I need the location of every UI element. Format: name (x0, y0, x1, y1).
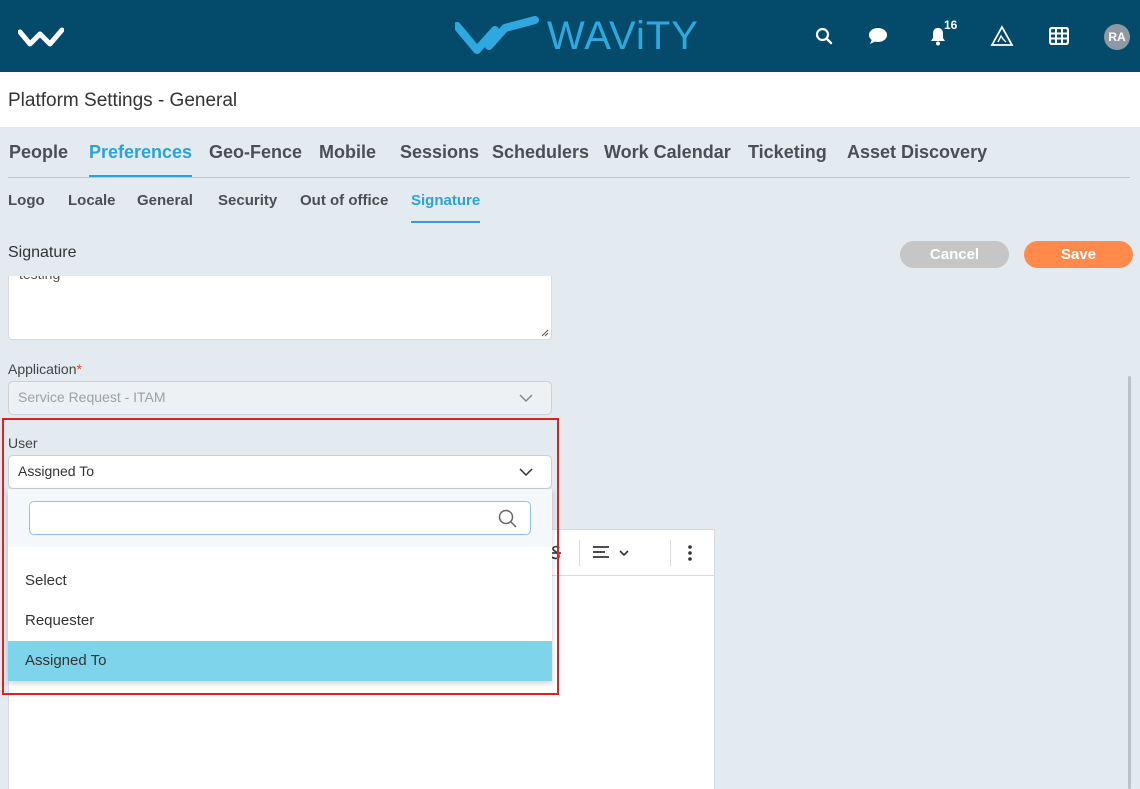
required-mark: * (76, 361, 82, 377)
tab-sessions[interactable]: Sessions (400, 142, 479, 163)
tabs-divider (8, 177, 1130, 178)
dropdown-search-input[interactable] (29, 501, 531, 535)
subtab-signature[interactable]: Signature (411, 192, 481, 223)
bell-icon[interactable]: 16 (926, 18, 957, 48)
resize-grip-icon[interactable] (541, 329, 549, 337)
wavity-logo-icon[interactable] (18, 26, 64, 48)
toolbar-divider (579, 540, 580, 566)
user-select-value: Assigned To (18, 463, 95, 479)
subtab-security[interactable]: Security (218, 192, 277, 209)
application-label-text: Application (8, 361, 77, 377)
tab-geo-fence[interactable]: Geo-Fence (209, 142, 302, 163)
user-avatar[interactable]: RA (1104, 24, 1130, 50)
alert-triangle-icon[interactable] (990, 24, 1014, 48)
notification-count-badge: 16 (944, 18, 958, 32)
chevron-down-icon (519, 468, 533, 477)
tab-people[interactable]: People (9, 142, 68, 163)
application-label: Application* (8, 361, 82, 377)
brand-mark-icon (455, 16, 539, 54)
dropdown-option-assigned-to[interactable]: Assigned To (8, 641, 552, 681)
save-button[interactable]: Save (1024, 241, 1133, 268)
signature-name-textarea[interactable]: testing (8, 276, 552, 340)
user-label: User (8, 435, 38, 451)
align-icon[interactable] (591, 543, 631, 563)
main-tabs: People Preferences Geo-Fence Mobile Sess… (0, 127, 1140, 179)
title-bar: Platform Settings - General (0, 72, 1140, 127)
page-scrollbar[interactable] (1128, 376, 1131, 789)
brand-logo: WAViTY (455, 12, 699, 60)
subtab-locale[interactable]: Locale (68, 192, 116, 209)
page-title: Platform Settings - General (8, 90, 238, 111)
subtab-logo[interactable]: Logo (8, 192, 45, 209)
tab-mobile[interactable]: Mobile (319, 142, 376, 163)
cancel-button[interactable]: Cancel (900, 241, 1009, 268)
dropdown-search-area (8, 489, 552, 547)
tab-work-calendar[interactable]: Work Calendar (604, 142, 731, 163)
more-options-icon[interactable] (687, 543, 693, 563)
tab-asset-discovery[interactable]: Asset Discovery (847, 142, 987, 163)
search-icon[interactable] (812, 24, 836, 48)
tab-preferences[interactable]: Preferences (89, 142, 193, 177)
section-title: Signature (8, 244, 77, 261)
subtab-out-of-office[interactable]: Out of office (300, 192, 388, 209)
application-select[interactable]: Service Request - ITAM (8, 381, 552, 415)
brand-name: WAViTY (547, 13, 699, 58)
search-icon (498, 509, 517, 528)
subtab-general[interactable]: General (137, 192, 193, 209)
tab-ticketing[interactable]: Ticketing (748, 142, 827, 163)
dropdown-option-requester[interactable]: Requester (8, 601, 552, 641)
user-dropdown-menu: Select Requester Assigned To (8, 489, 552, 681)
dropdown-option-select[interactable]: Select (8, 561, 552, 601)
chevron-down-icon (519, 394, 533, 403)
chat-icon[interactable] (866, 24, 890, 48)
tab-schedulers[interactable]: Schedulers (492, 142, 589, 163)
application-select-value: Service Request - ITAM (18, 389, 166, 405)
toolbar-divider (670, 540, 671, 566)
user-select[interactable]: Assigned To (8, 455, 552, 489)
textarea-text: testing (19, 276, 60, 282)
top-header-bar: WAViTY 16 RA (0, 0, 1140, 72)
grid-icon[interactable] (1047, 24, 1071, 48)
